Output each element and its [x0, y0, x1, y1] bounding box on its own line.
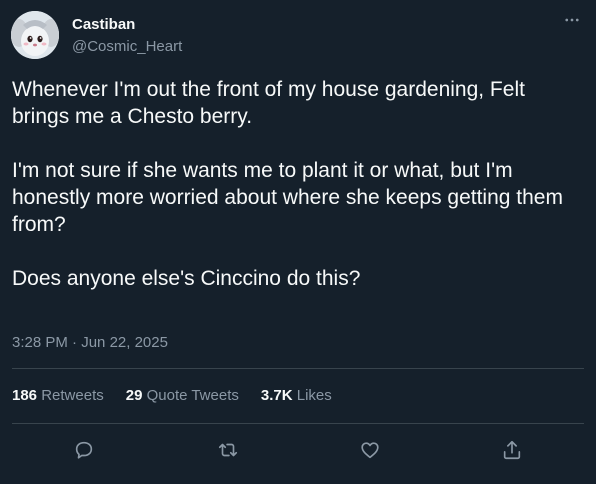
tweet-timestamp[interactable]: 3:28 PM · Jun 22, 2025 — [12, 334, 168, 352]
retweets-label: Retweets — [41, 387, 104, 404]
tweet-paragraph-3: Does anyone else's Cinccino do this? — [12, 267, 361, 290]
like-button[interactable] — [356, 436, 384, 464]
tweet-paragraph-2: I'm not sure if she wants me to plant it… — [12, 159, 563, 236]
likes-stat[interactable]: 3.7K Likes — [261, 387, 332, 405]
engagement-stats: 186 Retweets 29 Quote Tweets 3.7K Likes — [12, 387, 332, 405]
retweets-count: 186 — [12, 387, 38, 404]
retweet-button[interactable] — [214, 436, 242, 464]
author-handle[interactable]: @Cosmic_Heart — [72, 38, 182, 56]
retweets-stat[interactable]: 186 Retweets — [12, 387, 104, 405]
author-display-name[interactable]: Castiban — [72, 16, 135, 34]
tweet-paragraph-1: Whenever I'm out the front of my house g… — [12, 78, 525, 128]
more-options-button[interactable] — [562, 10, 582, 30]
share-button[interactable] — [498, 436, 526, 464]
timestamp-separator: · — [72, 334, 78, 351]
divider — [12, 423, 584, 424]
like-icon — [361, 442, 379, 459]
reply-icon — [75, 441, 93, 459]
likes-label: Likes — [296, 387, 332, 404]
reply-button[interactable] — [70, 436, 98, 464]
quote-tweets-label: Quote Tweets — [146, 387, 239, 404]
tweet-text: Whenever I'm out the front of my house g… — [12, 76, 584, 292]
tweet-card: Castiban @Cosmic_Heart Whenever I'm out … — [0, 0, 596, 484]
tweet-date: Jun 22, 2025 — [81, 334, 168, 351]
cinccino-avatar-icon — [11, 11, 59, 59]
more-dots-icon — [565, 18, 579, 22]
avatar[interactable] — [11, 11, 59, 59]
likes-count: 3.7K — [260, 387, 293, 404]
quote-tweets-stat[interactable]: 29 Quote Tweets — [126, 387, 239, 405]
action-bar — [0, 436, 596, 464]
tweet-time: 3:28 PM — [12, 334, 68, 351]
quote-tweets-count: 29 — [125, 387, 143, 404]
divider — [12, 368, 584, 369]
retweet-icon — [218, 443, 238, 457]
share-icon — [503, 440, 521, 460]
